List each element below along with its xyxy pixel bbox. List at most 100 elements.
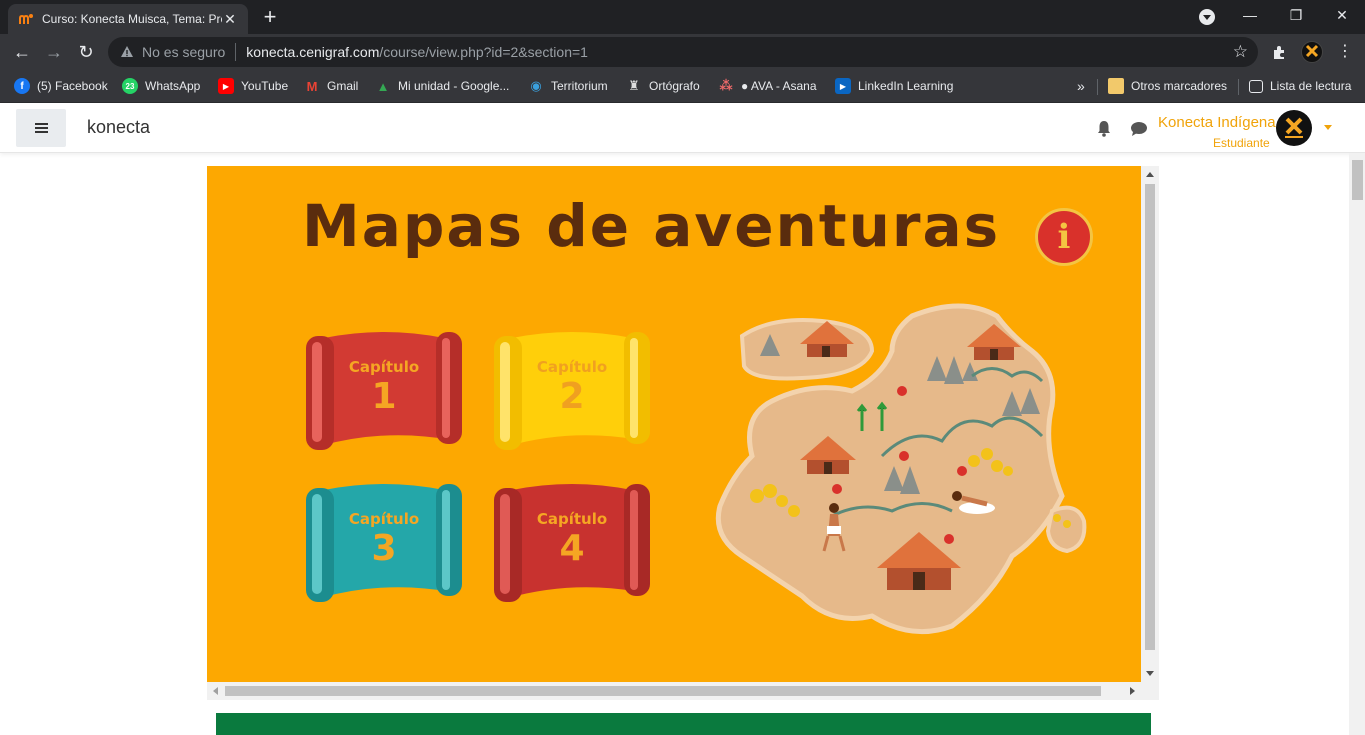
whatsapp-icon: 23: [122, 78, 138, 94]
chapter-1-button[interactable]: Capítulo 1: [302, 328, 466, 456]
restore-button[interactable]: ❐: [1273, 0, 1319, 32]
bookmark-label: Territorium: [551, 79, 608, 93]
bookmark-label: ● AVA - Asana: [741, 79, 817, 93]
folder-icon: [1108, 78, 1124, 94]
chapter-3-button[interactable]: Capítulo 3: [302, 480, 466, 608]
other-bookmarks-label: Otros marcadores: [1131, 79, 1228, 93]
bookmark-star-icon[interactable]: ☆: [1233, 42, 1248, 62]
other-bookmarks-folder[interactable]: Otros marcadores: [1108, 76, 1227, 96]
omnibox-divider: [235, 43, 237, 61]
profile-avatar-icon[interactable]: [1301, 41, 1323, 63]
address-bar[interactable]: No es seguro konecta.cenigraf.com /cours…: [108, 37, 1258, 67]
bookmark-label: WhatsApp: [145, 79, 201, 93]
messages-chat-icon[interactable]: [1130, 121, 1148, 137]
user-role: Estudiante: [1213, 136, 1270, 150]
tab-close-icon[interactable]: ✕: [222, 11, 238, 28]
bookmark-label: (5) Facebook: [37, 79, 108, 93]
gmail-icon: M: [306, 78, 318, 94]
user-avatar[interactable]: [1276, 110, 1312, 146]
browser-tab[interactable]: Curso: Konecta Muisca, Tema: Pre ✕: [8, 4, 248, 34]
scroll-right-arrow-icon[interactable]: [1130, 687, 1135, 695]
reading-list-label: Lista de lectura: [1270, 79, 1352, 93]
bookmarks-divider: [1097, 79, 1098, 95]
bookmark-label: Gmail: [327, 79, 359, 93]
url-path: /course/view.php?id=2&section=1: [379, 44, 588, 60]
frame-vertical-scrollbar[interactable]: [1141, 166, 1159, 682]
ortografo-icon: ♜: [628, 78, 640, 93]
back-icon[interactable]: ←: [9, 39, 35, 65]
browser-tab-strip: Curso: Konecta Muisca, Tema: Pre ✕ + — ❐…: [0, 0, 1365, 34]
info-icon: i: [1057, 217, 1071, 257]
chapter-number: 3: [371, 528, 397, 569]
chrome-menu-icon[interactable]: ⋮: [1332, 39, 1358, 65]
notifications-bell-icon[interactable]: [1096, 120, 1112, 137]
bookmark-linkedin-learning[interactable]: ▶ LinkedIn Learning: [835, 76, 953, 96]
forward-icon[interactable]: →: [41, 39, 67, 65]
new-tab-button[interactable]: +: [258, 6, 282, 30]
bookmark-gmail[interactable]: M Gmail: [304, 76, 359, 96]
warning-icon: [121, 46, 133, 57]
bookmark-youtube[interactable]: ▶ YouTube: [218, 76, 288, 96]
chapter-label: Capítulo: [536, 358, 608, 376]
scroll-left-arrow-icon[interactable]: [213, 687, 218, 695]
chapter-number: 2: [559, 376, 585, 417]
minimize-button[interactable]: —: [1227, 0, 1273, 32]
bookmark-territorium[interactable]: ◉ Territorium: [528, 76, 608, 96]
google-drive-icon: ▲: [376, 78, 390, 94]
bookmark-label: YouTube: [241, 79, 289, 93]
user-menu-caret-icon[interactable]: [1324, 125, 1332, 130]
bookmark-google-drive[interactable]: ▲ Mi unidad - Google...: [375, 76, 510, 96]
right-islet: [1045, 505, 1087, 554]
url-host: konecta.cenigraf.com: [246, 44, 380, 60]
bookmark-asana[interactable]: ⁂ ● AVA - Asana: [718, 76, 817, 96]
next-section-banner: [216, 713, 1151, 735]
reload-icon[interactable]: ↻: [73, 39, 99, 65]
frame-horizontal-scrollbar[interactable]: [207, 682, 1141, 700]
frame-vertical-thumb[interactable]: [1145, 184, 1155, 650]
menu-toggle-button[interactable]: [16, 109, 66, 147]
chapter-number: 4: [559, 528, 585, 569]
scroll-up-arrow-icon[interactable]: [1146, 172, 1154, 177]
bookmark-ortografo[interactable]: ♜ Ortógrafo: [626, 76, 700, 96]
bookmark-whatsapp[interactable]: 23 WhatsApp: [122, 76, 200, 96]
site-header: konecta Konecta Indígena Estudiante: [0, 103, 1365, 153]
hamburger-icon: [35, 123, 48, 125]
scroll-down-arrow-icon[interactable]: [1146, 671, 1154, 676]
tab-title: Curso: Konecta Muisca, Tema: Pre: [42, 12, 222, 26]
tab-search-icon[interactable]: [1199, 9, 1215, 25]
embedded-activity-frame: Mapas de aventuras i Capítulo 1 Capítulo…: [207, 166, 1159, 700]
info-button[interactable]: i: [1035, 208, 1093, 266]
security-status[interactable]: No es seguro: [142, 44, 225, 60]
bookmark-facebook[interactable]: f (5) Facebook: [14, 76, 108, 96]
chapter-label: Capítulo: [348, 510, 420, 528]
bookmark-label: Mi unidad - Google...: [398, 79, 510, 93]
stage-title: Mapas de aventuras: [302, 192, 1001, 260]
page-scrollbar[interactable]: [1349, 153, 1365, 735]
bookmarks-divider: [1238, 79, 1239, 95]
close-window-button[interactable]: ✕: [1319, 0, 1365, 32]
bookmarks-bar: f (5) Facebook 23 WhatsApp ▶ YouTube M G…: [0, 70, 1365, 103]
island-map-illustration: [715, 303, 1087, 635]
extensions-icon[interactable]: [1270, 42, 1290, 62]
reading-list-icon: [1249, 79, 1263, 93]
frame-horizontal-thumb[interactable]: [225, 686, 1101, 696]
chapter-2-button[interactable]: Capítulo 2: [490, 328, 654, 456]
asana-icon: ⁂: [719, 78, 733, 93]
linkedin-learning-icon: ▶: [835, 78, 851, 94]
moodle-icon: [19, 14, 33, 24]
reading-list-button[interactable]: Lista de lectura: [1249, 76, 1351, 96]
chapter-4-button[interactable]: Capítulo 4: [490, 480, 654, 608]
bookmarks-overflow-button[interactable]: »: [1077, 76, 1085, 96]
territorium-icon: ◉: [530, 78, 542, 93]
adventure-map-stage: Mapas de aventuras i Capítulo 1 Capítulo…: [207, 166, 1141, 682]
user-name[interactable]: Konecta Indígena: [1158, 114, 1276, 131]
bookmark-label: LinkedIn Learning: [858, 79, 954, 93]
chapter-number: 1: [371, 376, 397, 417]
youtube-icon: ▶: [218, 78, 234, 94]
page-scrollbar-thumb[interactable]: [1352, 160, 1363, 200]
site-name-link[interactable]: konecta: [87, 117, 150, 138]
chapter-label: Capítulo: [348, 358, 420, 376]
browser-toolbar: ← → ↻ No es seguro konecta.cenigraf.com …: [0, 34, 1365, 70]
bookmark-label: Ortógrafo: [649, 79, 700, 93]
chapter-label: Capítulo: [536, 510, 608, 528]
